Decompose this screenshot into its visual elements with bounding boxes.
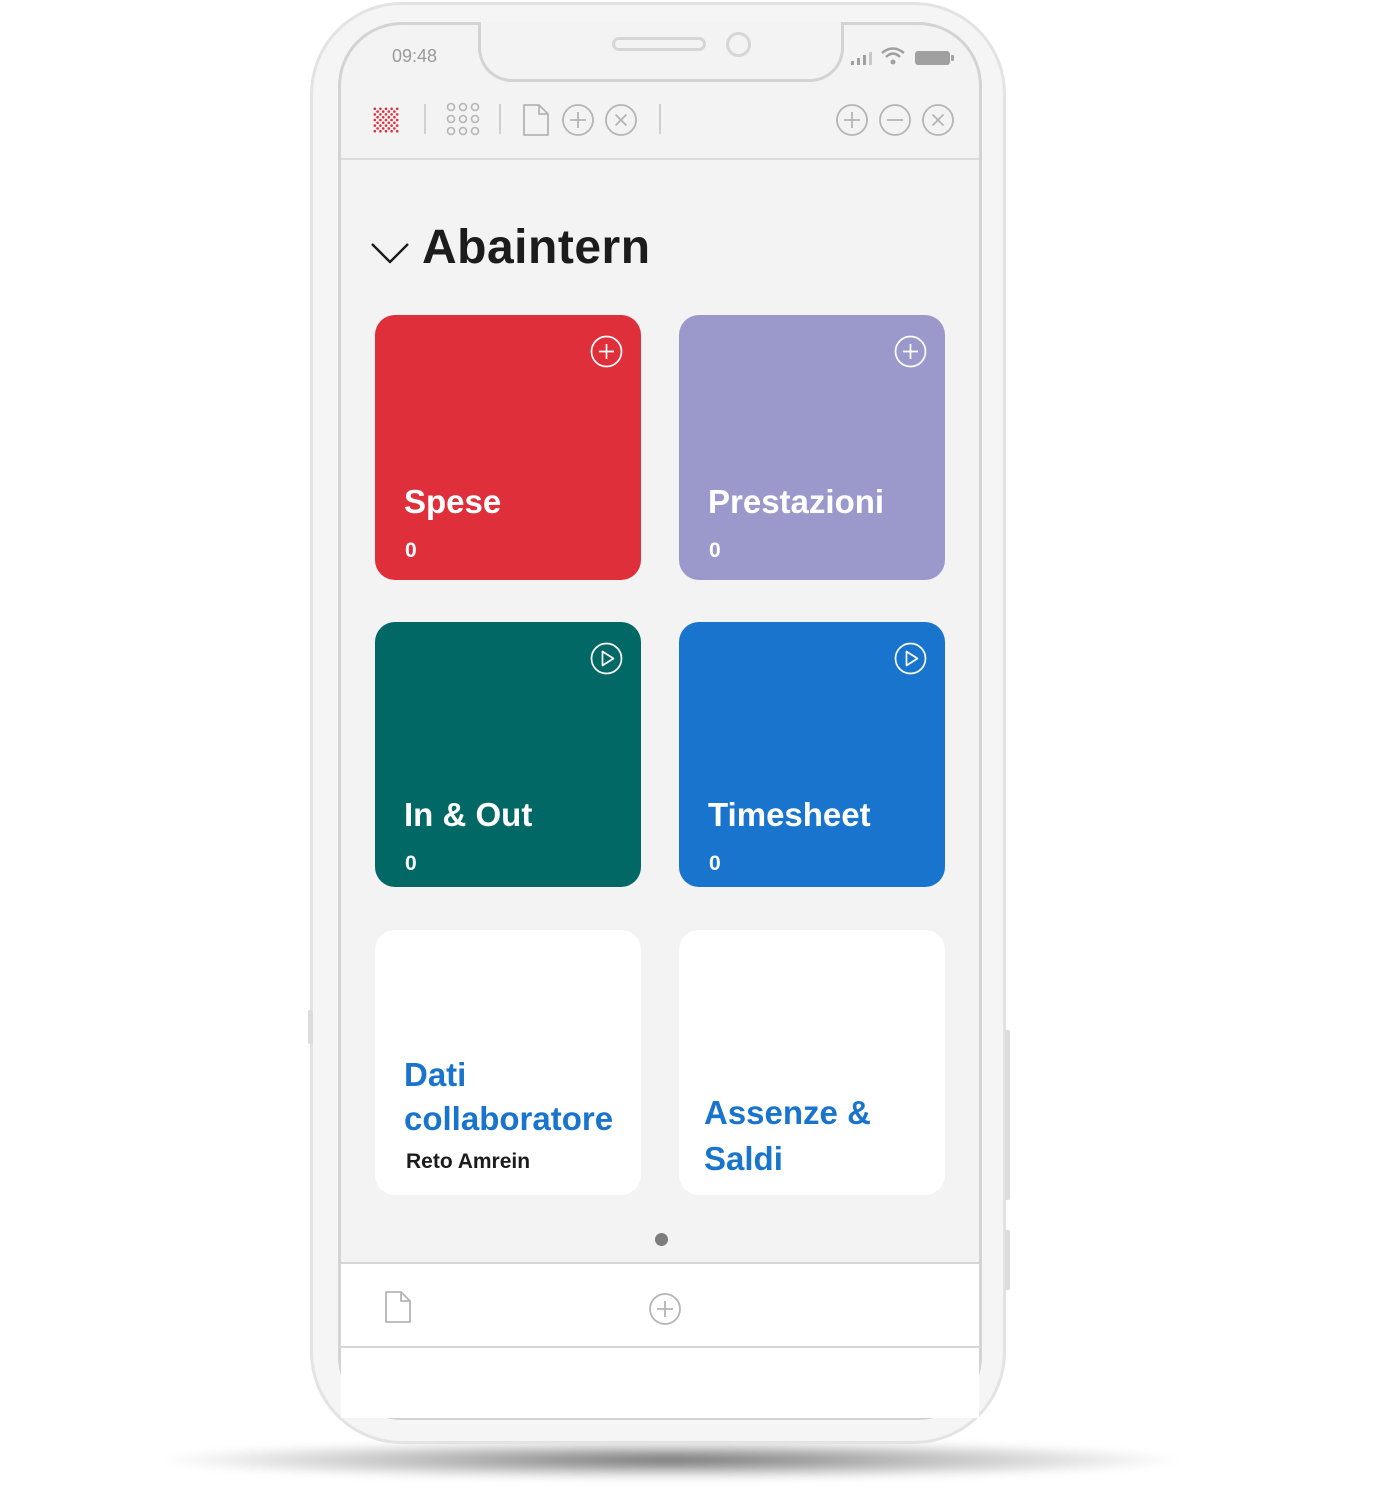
tile-count: 0 <box>709 852 721 875</box>
tile-title-line2: collaboratore <box>404 1100 614 1137</box>
play-circle-icon[interactable] <box>894 642 927 675</box>
tile-prestazioni[interactable]: Prestazioni 0 <box>679 315 945 580</box>
tile-title: In & Out <box>404 796 533 833</box>
section-title[interactable]: Abaintern <box>422 220 651 275</box>
signal-icon <box>851 52 872 65</box>
app-logo-icon[interactable] <box>366 100 406 140</box>
page-indicator-dot[interactable] <box>655 1233 668 1246</box>
toolbar-separator <box>424 104 426 134</box>
close-circle-icon[interactable] <box>604 103 638 137</box>
phone-left-button <box>308 1010 313 1044</box>
phone-shadow <box>150 1440 1190 1480</box>
add-circle-icon[interactable] <box>561 103 595 137</box>
tile-title: Timesheet <box>708 796 871 833</box>
add-circle-icon[interactable] <box>894 335 927 368</box>
apps-grid-icon[interactable] <box>446 102 482 138</box>
toolbar-separator <box>659 104 661 134</box>
tile-spese[interactable]: Spese 0 <box>375 315 641 580</box>
tile-timesheet[interactable]: Timesheet 0 <box>679 622 945 887</box>
tile-in-out[interactable]: In & Out 0 <box>375 622 641 887</box>
tile-count: 0 <box>709 539 721 562</box>
play-circle-icon[interactable] <box>590 642 623 675</box>
tile-count: 0 <box>405 852 417 875</box>
bottom-empty-area <box>341 1348 979 1418</box>
tile-title-line1: Dati <box>404 1056 467 1093</box>
close-window-icon[interactable] <box>921 103 955 137</box>
add-circle-icon[interactable] <box>648 1292 682 1326</box>
tile-subtitle: Reto Amrein <box>406 1150 531 1173</box>
zoom-in-icon[interactable] <box>835 103 869 137</box>
wifi-icon <box>881 47 905 65</box>
phone-camera <box>726 32 751 57</box>
chevron-down-icon[interactable] <box>370 240 410 266</box>
tile-title: Spese <box>404 483 502 520</box>
document-icon[interactable] <box>522 103 550 137</box>
status-time: 09:48 <box>392 46 438 66</box>
add-circle-icon[interactable] <box>590 335 623 368</box>
tile-title-line2: Saldi <box>704 1140 783 1177</box>
document-icon[interactable] <box>384 1290 412 1324</box>
tile-dati-collaboratore[interactable]: Dati collaboratore Reto Amrein <box>375 930 641 1195</box>
tile-title: Prestazioni <box>708 483 885 520</box>
phone-speaker <box>612 37 706 51</box>
toolbar-divider <box>341 158 979 160</box>
zoom-out-icon[interactable] <box>878 103 912 137</box>
phone-notch <box>478 22 844 82</box>
phone-side-button <box>1005 1030 1010 1200</box>
tile-assenze-saldi[interactable]: Assenze & Saldi <box>679 930 945 1195</box>
toolbar-separator <box>499 104 501 134</box>
battery-icon <box>915 51 954 65</box>
phone-side-button-lower <box>1005 1230 1010 1290</box>
tile-count: 0 <box>405 539 417 562</box>
tile-title-line1: Assenze & <box>704 1094 871 1131</box>
